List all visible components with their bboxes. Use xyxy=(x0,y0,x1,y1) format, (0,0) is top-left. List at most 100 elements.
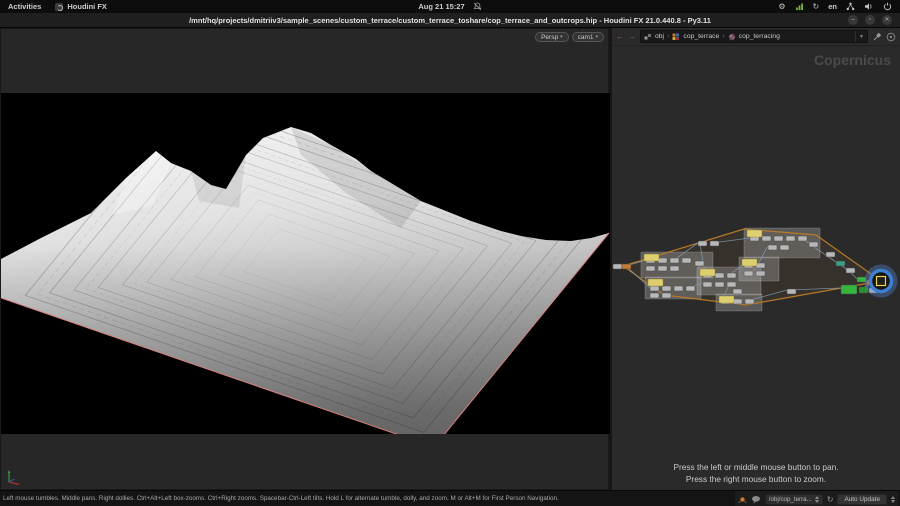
graph-node[interactable] xyxy=(727,273,736,278)
netbox-title-tag[interactable] xyxy=(700,269,715,276)
selected-output-node[interactable] xyxy=(877,277,886,286)
graph-node[interactable] xyxy=(703,282,712,287)
graph-node[interactable] xyxy=(662,293,671,298)
refresh-icon[interactable]: ↻ xyxy=(827,495,834,504)
graph-node[interactable] xyxy=(798,236,807,241)
network-signal-icon[interactable] xyxy=(795,2,804,11)
auto-update-spinner[interactable] xyxy=(891,496,895,503)
network-editor[interactable]: ← → obj › cop_terrace xyxy=(612,28,900,490)
gear-icon[interactable]: ⚙ xyxy=(778,2,785,11)
graph-node[interactable] xyxy=(650,286,659,291)
graph-node[interactable] xyxy=(715,273,724,278)
graph-node[interactable] xyxy=(836,261,845,266)
notifications-off-icon xyxy=(473,2,482,11)
graph-node[interactable] xyxy=(745,299,754,304)
status-right-controls: /obj/cop_terra... ↻ Auto Update xyxy=(735,491,898,506)
keyboard-layout-indicator[interactable]: en xyxy=(828,2,837,11)
auto-update-select[interactable]: Auto Update xyxy=(837,494,887,505)
radial-menu-icon[interactable] xyxy=(886,32,896,42)
graph-node[interactable] xyxy=(674,286,683,291)
graph-node[interactable] xyxy=(670,266,679,271)
graph-node[interactable] xyxy=(682,258,691,263)
graph-node[interactable] xyxy=(756,271,765,276)
graph-node[interactable] xyxy=(733,289,742,294)
breadcrumb-item-cop-terrace[interactable]: cop_terrace xyxy=(683,33,719,40)
graph-node[interactable] xyxy=(686,286,695,291)
graph-node[interactable] xyxy=(727,282,736,287)
graph-node[interactable] xyxy=(762,236,771,241)
chevron-down-icon: ▾ xyxy=(560,34,563,40)
power-icon[interactable] xyxy=(883,2,892,11)
graph-node[interactable] xyxy=(841,285,857,294)
netbox-title-tag[interactable] xyxy=(719,296,734,303)
volume-icon[interactable] xyxy=(864,2,874,11)
breadcrumb-dropdown-button[interactable]: ▼ xyxy=(855,31,864,42)
graph-node[interactable] xyxy=(646,266,655,271)
scene-viewport[interactable]: Persp ▾ cam1 ▾ xyxy=(0,28,609,490)
graph-node[interactable] xyxy=(658,258,667,263)
cop-terracing-node-icon xyxy=(728,33,736,41)
close-button[interactable]: ✕ xyxy=(882,15,892,25)
window-title-bar: /mnt/hq/projects/dmitriiv3/sample_scenes… xyxy=(0,13,900,28)
node-path-value: /obj/cop_terra... xyxy=(769,496,812,503)
node-path-combo[interactable]: /obj/cop_terra... xyxy=(765,494,823,505)
comment-bubble-icon[interactable] xyxy=(751,495,761,504)
hint-line-2: Press the right mouse button to zoom. xyxy=(612,473,900,485)
graph-node[interactable] xyxy=(622,264,631,269)
netbox-title-tag[interactable] xyxy=(747,230,762,237)
view-type-button[interactable]: Persp ▾ xyxy=(535,32,569,42)
graph-node[interactable] xyxy=(826,252,835,257)
camera-label: cam1 xyxy=(578,34,594,41)
node-path-spinner[interactable] xyxy=(815,496,819,503)
graph-node[interactable] xyxy=(744,271,753,276)
netbox-title-tag[interactable] xyxy=(648,279,663,286)
graph-node[interactable] xyxy=(780,245,789,250)
graph-node[interactable] xyxy=(613,264,622,269)
breadcrumb[interactable]: obj › cop_terrace › cop_t xyxy=(640,30,868,43)
app-menu[interactable]: Houdini FX xyxy=(55,2,107,11)
graph-node[interactable] xyxy=(768,245,777,250)
houdini-app-icon xyxy=(55,3,63,11)
graph-node[interactable] xyxy=(670,258,679,263)
status-bar: Left mouse tumbles. Middle pans. Right d… xyxy=(0,490,900,506)
refresh-icon[interactable]: ↻ xyxy=(813,2,820,11)
nav-forward-button[interactable]: → xyxy=(628,33,636,41)
pin-icon[interactable] xyxy=(872,32,882,42)
graph-node[interactable] xyxy=(786,236,795,241)
netbox-title-tag[interactable] xyxy=(644,254,659,261)
minimize-button[interactable]: – xyxy=(848,15,858,25)
graph-node[interactable] xyxy=(809,242,818,247)
graph-node[interactable] xyxy=(756,263,765,268)
activities-button[interactable]: Activities xyxy=(8,2,41,11)
breadcrumb-separator: › xyxy=(667,33,669,40)
chevron-down-icon: ▾ xyxy=(595,34,598,40)
graph-node[interactable] xyxy=(846,268,855,273)
camera-view-region[interactable] xyxy=(1,93,610,434)
graph-node[interactable] xyxy=(787,289,796,294)
graph-node[interactable] xyxy=(733,299,742,304)
screen: Activities Houdini FX Aug 21 15:27 ⚙ ↻ e… xyxy=(0,0,900,506)
graph-node[interactable] xyxy=(715,282,724,287)
share-nodes-icon[interactable] xyxy=(846,2,855,11)
graph-node[interactable] xyxy=(658,266,667,271)
auto-update-label: Auto Update xyxy=(844,496,880,503)
netbox-title-tag[interactable] xyxy=(742,259,757,266)
breadcrumb-item-obj[interactable]: obj xyxy=(655,33,664,40)
axis-gizmo-icon xyxy=(4,467,24,487)
graph-node[interactable] xyxy=(774,236,783,241)
graph-node[interactable] xyxy=(650,293,659,298)
graph-node[interactable] xyxy=(698,241,707,246)
graph-node[interactable] xyxy=(662,286,671,291)
status-help-text: Left mouse tumbles. Middle pans. Right d… xyxy=(0,495,559,502)
clock[interactable]: Aug 21 15:27 xyxy=(418,2,464,11)
netbox-indicator-icon[interactable] xyxy=(738,495,747,504)
camera-select-button[interactable]: cam1 ▾ xyxy=(572,32,604,42)
gnome-top-bar: Activities Houdini FX Aug 21 15:27 ⚙ ↻ e… xyxy=(0,0,900,13)
graph-node[interactable] xyxy=(710,241,719,246)
graph-node[interactable] xyxy=(695,261,704,266)
node-graph[interactable] xyxy=(612,28,900,490)
nav-back-button[interactable]: ← xyxy=(616,33,624,41)
breadcrumb-item-cop-terracing[interactable]: cop_terracing xyxy=(739,33,780,40)
app-menu-label: Houdini FX xyxy=(67,2,107,11)
maximize-button[interactable]: ▫ xyxy=(865,15,875,25)
